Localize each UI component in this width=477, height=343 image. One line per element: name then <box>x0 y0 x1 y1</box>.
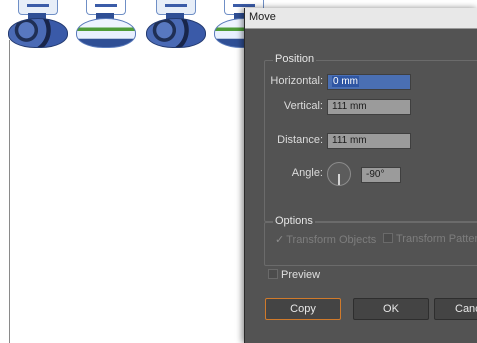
preview-checkbox[interactable]: Preview <box>268 269 320 281</box>
dialog-title: Move <box>249 11 276 23</box>
distance-label: Distance: <box>277 134 323 146</box>
checkbox-icon <box>268 269 278 279</box>
artwork-dark-1[interactable] <box>6 0 68 48</box>
preview-label: Preview <box>281 269 321 281</box>
checkbox-icon <box>383 233 393 243</box>
distance-field[interactable]: 111 mm <box>327 133 411 149</box>
artboard-left-edge <box>9 40 10 343</box>
copy-button[interactable]: Copy <box>265 298 341 320</box>
move-dialog: Move Position Horizontal: 0 mm Vertical:… <box>244 8 477 343</box>
dialog-body: Position Horizontal: 0 mm Vertical: 111 … <box>245 29 477 343</box>
horizontal-value: 0 mm <box>332 76 359 87</box>
angle-dial[interactable] <box>327 162 351 186</box>
cancel-button[interactable]: Cancel <box>434 298 477 320</box>
checkmark-icon: ✓ <box>275 234 285 246</box>
position-legend: Position <box>273 53 317 65</box>
transform-patterns-checkbox[interactable]: Transform Patterns <box>383 233 477 245</box>
artwork-light-1[interactable] <box>74 0 136 48</box>
angle-label: Angle: <box>291 167 323 179</box>
vertical-field[interactable]: 111 mm <box>327 99 411 115</box>
transform-objects-checkbox[interactable]: ✓ Transform Objects <box>275 233 376 246</box>
angle-field[interactable]: -90° <box>361 167 401 183</box>
artwork-dark-2[interactable] <box>144 0 206 48</box>
transform-objects-label: Transform Objects <box>286 234 377 246</box>
dialog-titlebar[interactable]: Move <box>245 8 477 29</box>
transform-patterns-label: Transform Patterns <box>396 233 477 245</box>
horizontal-field[interactable]: 0 mm <box>327 74 411 90</box>
ok-button[interactable]: OK <box>353 298 429 320</box>
horizontal-label: Horizontal: <box>270 75 323 87</box>
vertical-label: Vertical: <box>283 100 323 112</box>
angle-needle-icon <box>338 174 340 185</box>
options-legend: Options <box>273 215 315 227</box>
